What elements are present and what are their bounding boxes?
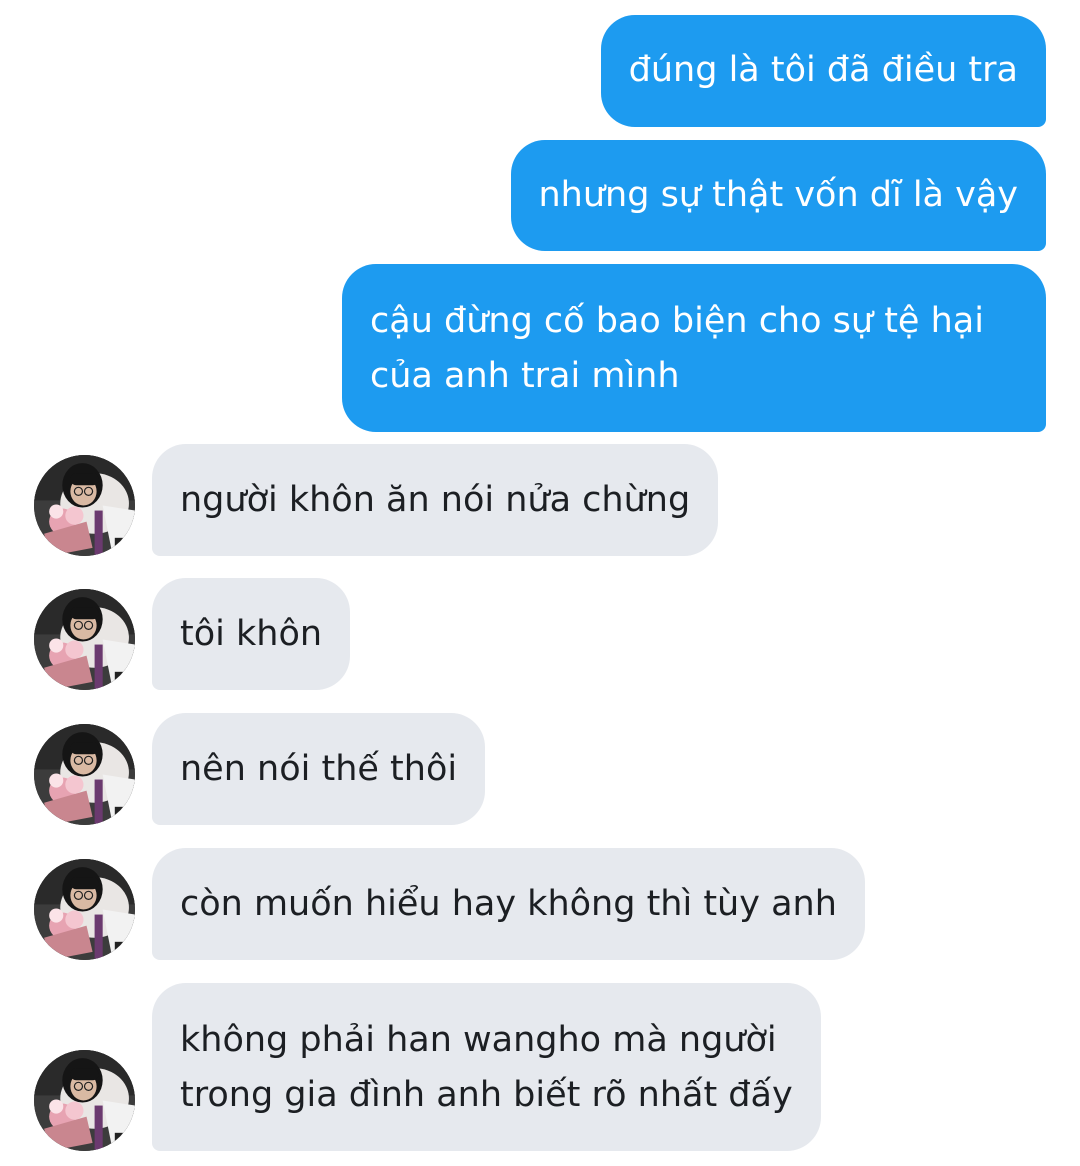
received-message[interactable]: người khôn ăn nói nửa chừng	[152, 444, 719, 556]
sent-message[interactable]: nhưng sự thật vốn dĩ là vậy	[510, 140, 1046, 251]
sent-message[interactable]: đúng là tôi đã điều tra	[600, 15, 1046, 127]
message-text: tôi khôn	[180, 614, 323, 654]
message-text: người khôn ăn nói nửa chừng	[180, 480, 691, 520]
received-message[interactable]: nên nói thế thôi	[152, 713, 486, 825]
received-message[interactable]: tôi khôn	[152, 578, 351, 690]
message-text: nên nói thế thôi	[180, 749, 458, 789]
message-text-line: cậu đừng cố bao biện cho sự tệ hại	[370, 301, 984, 341]
received-message[interactable]: không phải han wangho mà người trong gia…	[152, 983, 821, 1151]
contact-avatar[interactable]	[34, 859, 135, 960]
sent-message[interactable]: cậu đừng cố bao biện cho sự tệ hại của a…	[342, 264, 1046, 432]
contact-avatar[interactable]	[34, 724, 135, 825]
message-text-line: của anh trai mình	[370, 356, 680, 396]
message-text: đúng là tôi đã điều tra	[628, 50, 1018, 90]
message-text: nhưng sự thật vốn dĩ là vậy	[538, 175, 1019, 215]
contact-avatar[interactable]	[34, 455, 135, 556]
message-text-line: không phải han wangho mà người	[180, 1020, 777, 1060]
received-message[interactable]: còn muốn hiểu hay không thì tùy anh	[152, 848, 865, 960]
contact-avatar[interactable]	[34, 589, 135, 690]
message-text-line: trong gia đình anh biết rõ nhất đấy	[180, 1075, 793, 1115]
message-text: còn muốn hiểu hay không thì tùy anh	[180, 884, 837, 924]
contact-avatar[interactable]	[34, 1050, 135, 1151]
